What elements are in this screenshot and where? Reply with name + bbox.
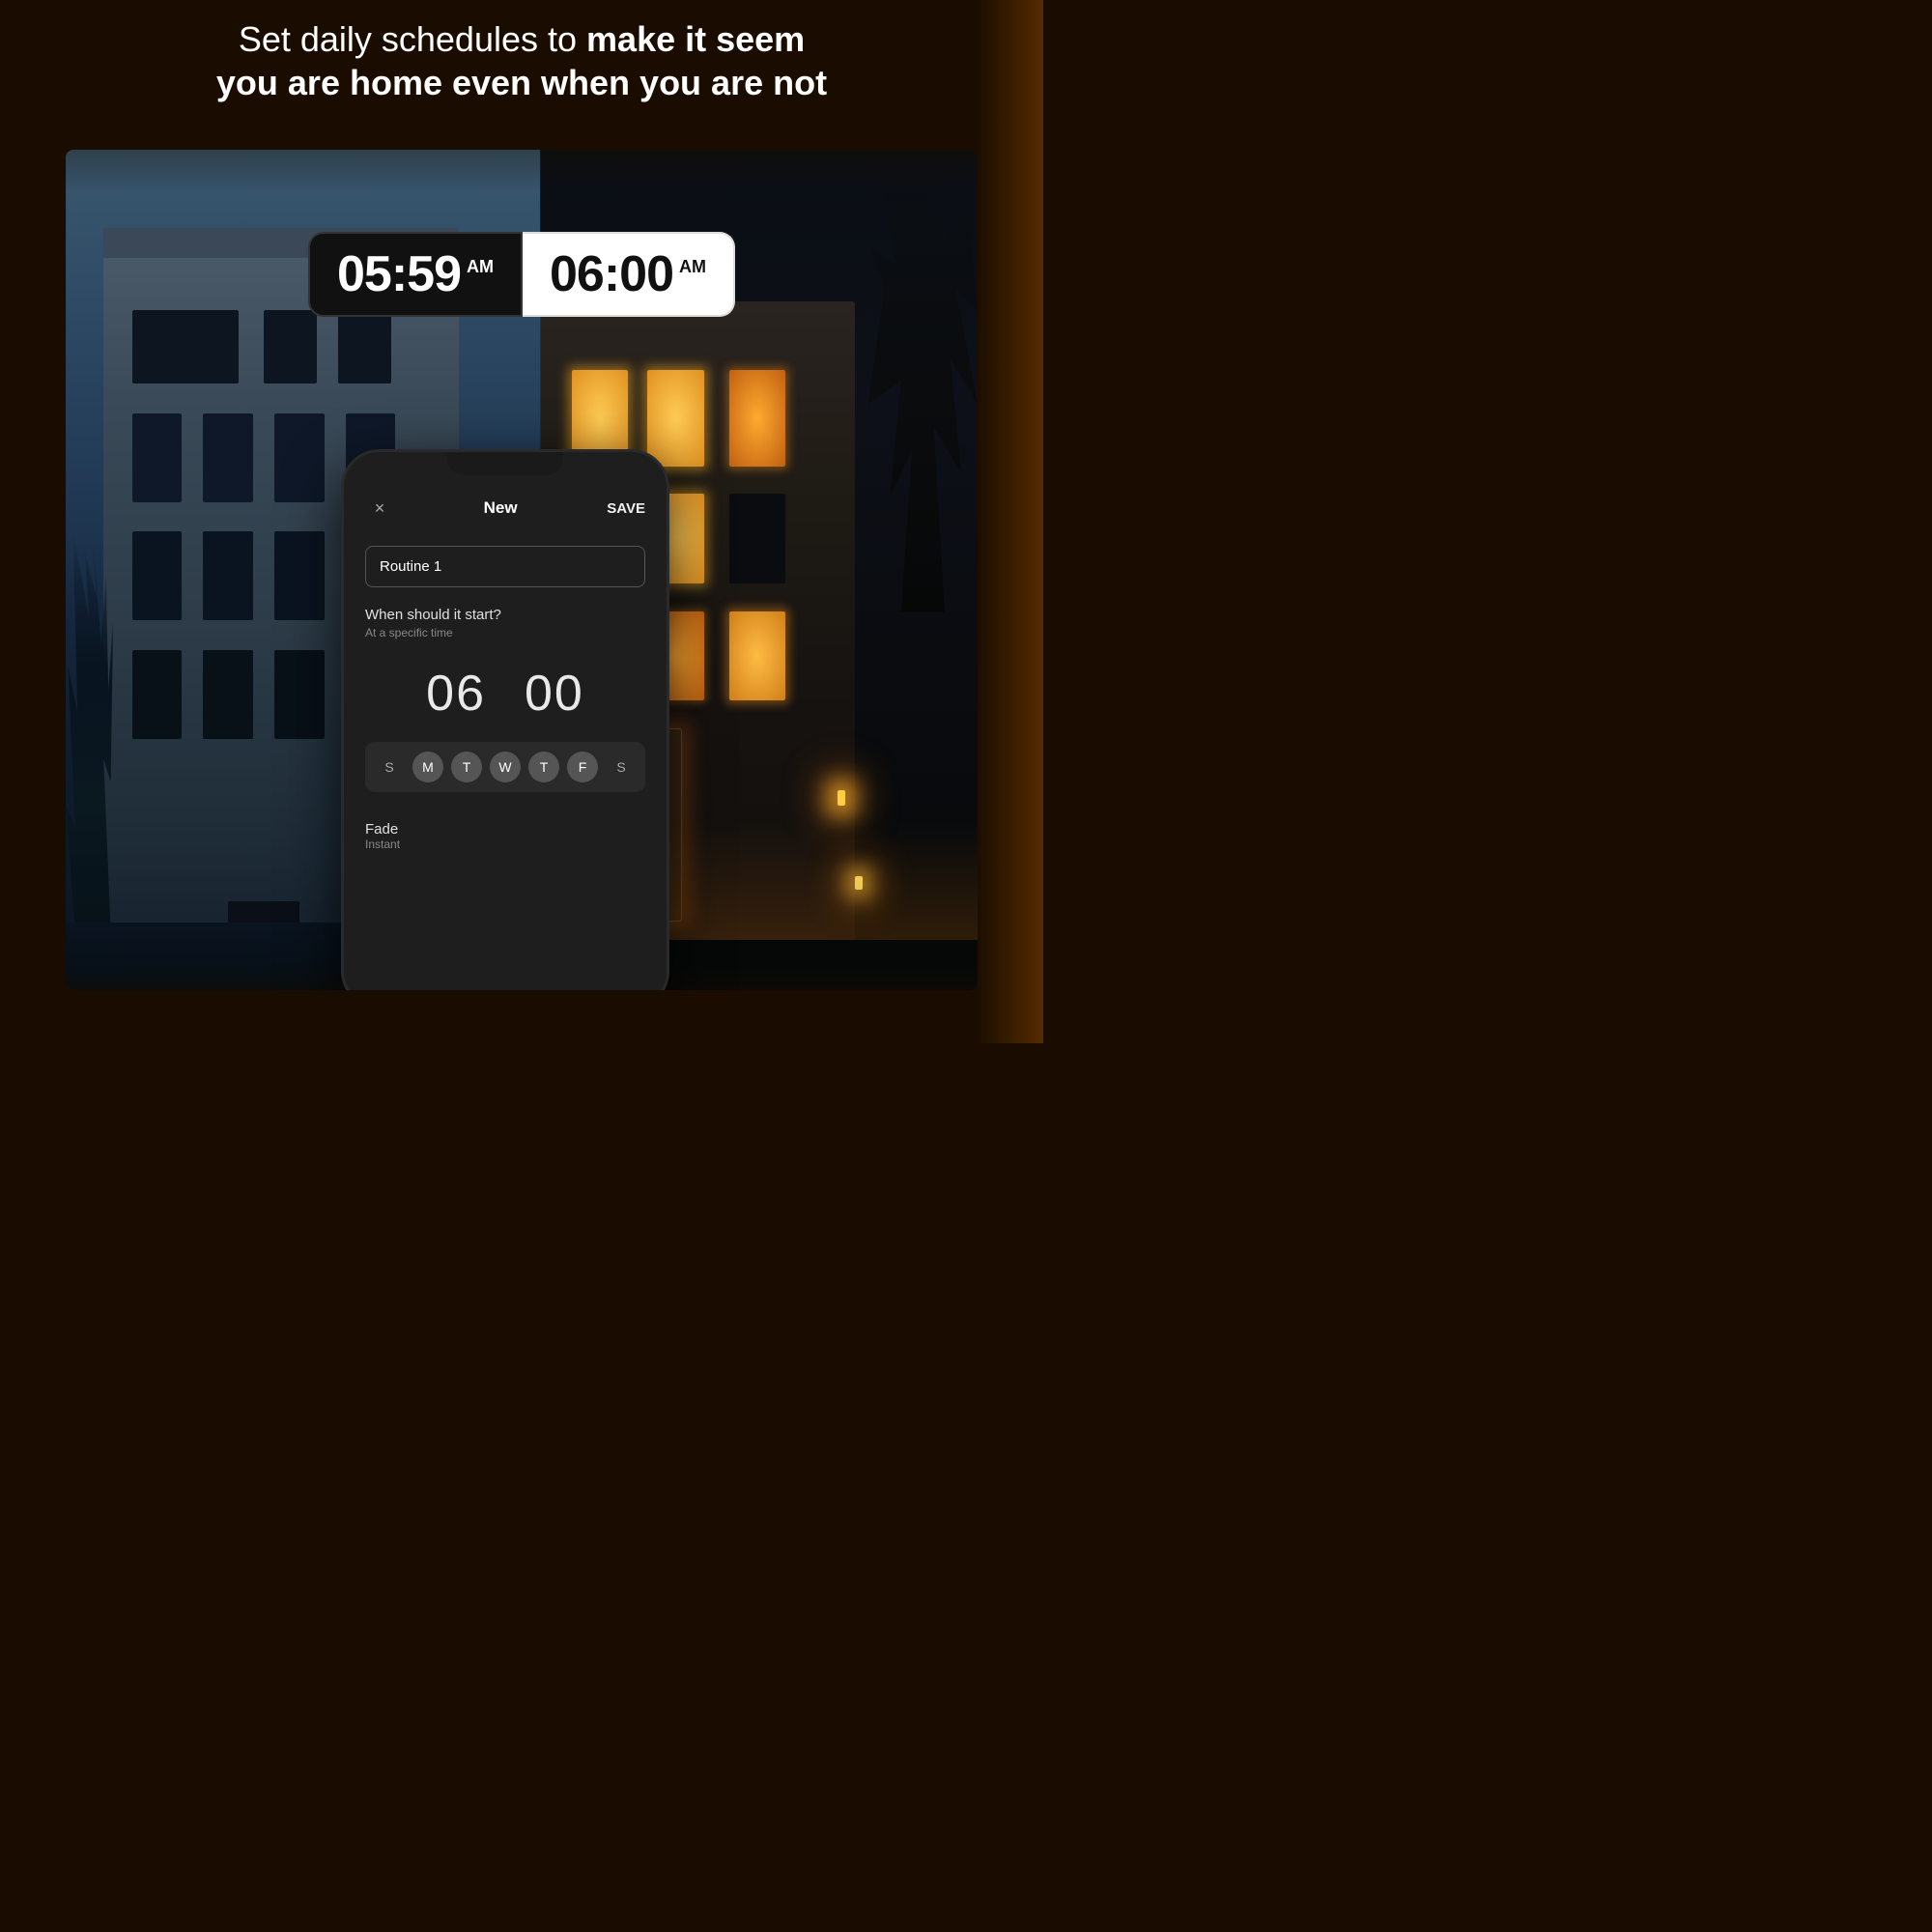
day-tuesday[interactable]: T bbox=[451, 752, 482, 782]
win-l-r2c1 bbox=[132, 413, 183, 502]
time-current-ampm: AM bbox=[679, 257, 706, 277]
time-picker-minute[interactable]: 00 bbox=[525, 665, 584, 723]
win-l-r1c2 bbox=[264, 310, 317, 384]
headline-bold2: you are home bbox=[216, 63, 442, 102]
win-l-r4c2 bbox=[203, 650, 253, 739]
time-picker: 06 00 bbox=[365, 655, 645, 742]
win-l-r4c3 bbox=[274, 650, 325, 739]
phone-screen: × New SAVE When should it start? At a sp… bbox=[344, 452, 667, 990]
day-friday[interactable]: F bbox=[567, 752, 598, 782]
headline-line2: you are home even when you are not bbox=[87, 61, 956, 104]
left-gradient-overlay bbox=[0, 0, 68, 1043]
fade-row[interactable]: Fade Instant bbox=[365, 811, 645, 861]
win-r-r2c3-dark bbox=[729, 494, 786, 583]
win-l-r4c1 bbox=[132, 650, 183, 739]
win-l-r3c1 bbox=[132, 531, 183, 620]
win-l-r2c3 bbox=[274, 413, 325, 502]
day-selector: S M T W T F S bbox=[365, 742, 645, 792]
win-l-r3c3 bbox=[274, 531, 325, 620]
time-previous-value: 05:59 bbox=[337, 249, 461, 299]
day-sunday[interactable]: S bbox=[374, 752, 405, 782]
close-button[interactable]: × bbox=[365, 494, 394, 523]
save-button[interactable]: SAVE bbox=[607, 500, 645, 517]
day-monday[interactable]: M bbox=[412, 752, 443, 782]
phone-mockup: × New SAVE When should it start? At a sp… bbox=[341, 449, 669, 990]
day-saturday[interactable]: S bbox=[606, 752, 637, 782]
win-l-r3c2 bbox=[203, 531, 253, 620]
fade-label: Fade bbox=[365, 821, 645, 838]
schedule-sublabel: At a specific time bbox=[365, 626, 645, 639]
phone-header: × New SAVE bbox=[365, 486, 645, 538]
win-l-r1c1 bbox=[132, 310, 239, 384]
headline: Set daily schedules to make it seem you … bbox=[87, 17, 956, 104]
day-thursday[interactable]: T bbox=[528, 752, 559, 782]
time-box-previous: 05:59 AM bbox=[308, 232, 523, 317]
time-previous-ampm: AM bbox=[467, 257, 494, 277]
time-box-current: 06:00 AM bbox=[523, 232, 735, 317]
routine-name-input[interactable] bbox=[365, 546, 645, 587]
headline-bold1: make it seem bbox=[586, 19, 805, 59]
wall-light-1 bbox=[838, 790, 845, 806]
time-picker-hour[interactable]: 06 bbox=[426, 665, 486, 723]
win-r-r1c2 bbox=[647, 370, 704, 467]
win-r-r3c3 bbox=[729, 611, 786, 701]
win-l-r2c2 bbox=[203, 413, 253, 502]
right-gradient-overlay bbox=[976, 0, 1043, 1043]
headline-line1: Set daily schedules to make it seem bbox=[87, 17, 956, 61]
day-wednesday[interactable]: W bbox=[490, 752, 521, 782]
fade-sublabel: Instant bbox=[365, 838, 645, 851]
time-current-value: 06:00 bbox=[550, 249, 673, 299]
win-l-r1c3 bbox=[338, 310, 391, 384]
main-image-area: 05:59 AM 06:00 AM × New SAVE When should… bbox=[66, 150, 978, 990]
schedule-label: When should it start? bbox=[365, 607, 645, 623]
phone-notch bbox=[447, 452, 563, 475]
time-display-widget: 05:59 AM 06:00 AM bbox=[308, 232, 735, 317]
win-r-r1c3 bbox=[729, 370, 786, 467]
phone-title: New bbox=[484, 498, 518, 518]
